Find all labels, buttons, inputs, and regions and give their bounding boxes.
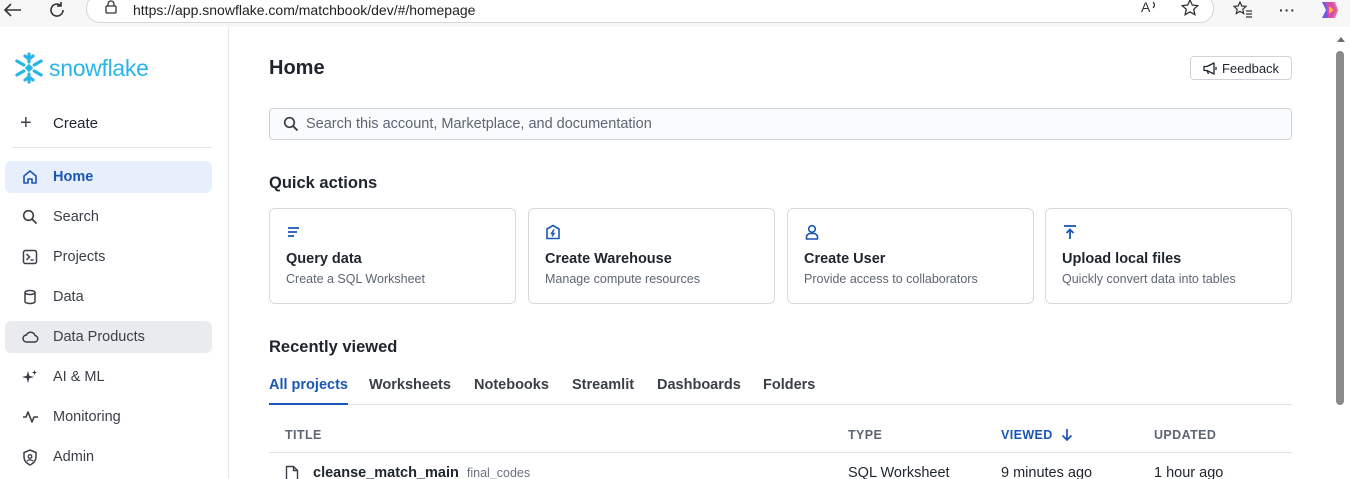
home-icon <box>21 168 39 186</box>
column-viewed-label: VIEWED <box>1001 428 1053 442</box>
quick-action-query-data[interactable]: Query data Create a SQL Worksheet <box>269 208 516 304</box>
sidebar-item-search[interactable]: Search <box>5 201 212 233</box>
plus-icon: + <box>20 112 32 134</box>
tab-worksheets[interactable]: Worksheets <box>369 377 451 405</box>
sidebar: snowflake + Create Home Search Projects … <box>0 27 229 479</box>
sidebar-item-monitoring[interactable]: Monitoring <box>5 401 212 433</box>
user-icon <box>804 224 822 242</box>
database-icon <box>21 288 39 306</box>
sidebar-item-label: Monitoring <box>53 409 121 425</box>
row-viewed: 9 minutes ago <box>1001 465 1093 479</box>
search-icon <box>21 208 39 226</box>
read-aloud-icon[interactable]: A <box>1141 0 1159 20</box>
column-viewed[interactable]: VIEWED <box>1001 428 1075 442</box>
row-type: SQL Worksheet <box>848 465 950 479</box>
table-row[interactable]: cleanse_match_main final_codes SQL Works… <box>269 453 1292 479</box>
card-description: Manage compute resources <box>545 272 700 286</box>
activity-icon <box>21 408 39 426</box>
terminal-icon <box>21 248 39 266</box>
sidebar-divider <box>12 147 212 148</box>
logo-text: snowflake <box>49 54 149 81</box>
url-text: https://app.snowflake.com/matchbook/dev/… <box>133 2 476 18</box>
row-subtitle: final_codes <box>466 466 531 479</box>
card-title: Upload local files <box>1062 251 1182 267</box>
recent-tabs: All projects Worksheets Notebooks Stream… <box>269 375 1292 405</box>
megaphone-icon <box>1203 61 1217 75</box>
list-icon <box>286 224 304 242</box>
shield-icon <box>21 448 39 466</box>
file-icon <box>285 465 299 479</box>
sidebar-item-label: AI & ML <box>53 369 105 385</box>
page-title: Home <box>269 57 325 79</box>
snowflake-logo[interactable]: snowflake <box>12 51 149 85</box>
search-input[interactable] <box>306 114 1266 134</box>
scrollbar-thumb[interactable] <box>1336 51 1344 405</box>
svg-text:A: A <box>1141 0 1151 15</box>
tab-folders[interactable]: Folders <box>763 377 815 405</box>
sort-down-icon <box>1061 429 1072 442</box>
favorites-icon[interactable] <box>1233 0 1253 20</box>
sparkle-icon <box>21 368 39 386</box>
column-title[interactable]: TITLE <box>285 428 322 442</box>
sidebar-item-admin[interactable]: Admin <box>5 441 212 473</box>
sidebar-item-label: Home <box>53 169 94 185</box>
sidebar-item-label: Data <box>53 289 84 305</box>
sidebar-item-label: Data Products <box>53 329 145 345</box>
row-title: cleanse_match_main <box>313 465 459 479</box>
address-bar[interactable]: https://app.snowflake.com/matchbook/dev/… <box>86 0 1214 23</box>
snowflake-logo-icon <box>15 52 43 84</box>
recently-viewed-title: Recently viewed <box>269 338 398 356</box>
sidebar-item-label: Search <box>53 209 99 225</box>
copilot-icon[interactable] <box>1318 0 1340 20</box>
feedback-button[interactable]: Feedback <box>1190 56 1292 80</box>
row-updated: 1 hour ago <box>1154 465 1224 479</box>
quick-actions-title: Quick actions <box>269 174 378 192</box>
scroll-up-icon[interactable] <box>1337 37 1345 42</box>
sidebar-item-data[interactable]: Data <box>5 281 212 313</box>
tab-all-projects[interactable]: All projects <box>269 377 348 405</box>
create-button[interactable]: + Create <box>20 113 98 133</box>
column-updated[interactable]: UPDATED <box>1154 428 1216 442</box>
back-icon[interactable] <box>0 0 26 20</box>
card-title: Create Warehouse <box>545 251 672 267</box>
warehouse-icon <box>545 224 563 242</box>
row-title-cell[interactable]: cleanse_match_main final_codes <box>285 465 530 479</box>
feedback-label: Feedback <box>1221 60 1280 76</box>
tab-dashboards[interactable]: Dashboards <box>657 377 741 405</box>
sidebar-item-projects[interactable]: Projects <box>5 241 212 273</box>
tab-notebooks[interactable]: Notebooks <box>474 377 549 405</box>
main-content: Home Feedback Quick actions Query data C… <box>229 27 1333 479</box>
favorite-star-icon[interactable] <box>1180 0 1200 21</box>
reload-icon[interactable] <box>44 0 70 20</box>
column-type[interactable]: TYPE <box>848 428 882 442</box>
table-header: TITLE TYPE VIEWED UPDATED <box>269 405 1292 453</box>
sidebar-item-label: Projects <box>53 249 106 265</box>
quick-action-create-user[interactable]: Create User Provide access to collaborat… <box>787 208 1034 304</box>
cloud-icon <box>21 328 39 346</box>
create-label: Create <box>53 114 99 132</box>
upload-icon <box>1062 224 1080 242</box>
quick-action-create-warehouse[interactable]: Create Warehouse Manage compute resource… <box>528 208 775 304</box>
card-description: Create a SQL Worksheet <box>286 272 425 286</box>
sidebar-item-label: Admin <box>53 449 95 465</box>
browser-toolbar: https://app.snowflake.com/matchbook/dev/… <box>0 0 1350 27</box>
sidebar-item-home[interactable]: Home <box>5 161 212 193</box>
more-options-icon[interactable]: ··· <box>1279 0 1296 20</box>
card-description: Provide access to collaborators <box>804 272 978 286</box>
card-title: Query data <box>286 251 362 267</box>
sidebar-item-data-products[interactable]: Data Products <box>5 321 212 353</box>
lock-icon <box>105 0 117 19</box>
search-icon <box>283 116 299 137</box>
tab-streamlit[interactable]: Streamlit <box>572 377 634 405</box>
quick-action-upload-files[interactable]: Upload local files Quickly convert data … <box>1045 208 1292 304</box>
card-title: Create User <box>804 251 886 267</box>
sidebar-item-ai-ml[interactable]: AI & ML <box>5 361 212 393</box>
global-search[interactable] <box>269 108 1292 140</box>
card-description: Quickly convert data into tables <box>1062 272 1236 286</box>
